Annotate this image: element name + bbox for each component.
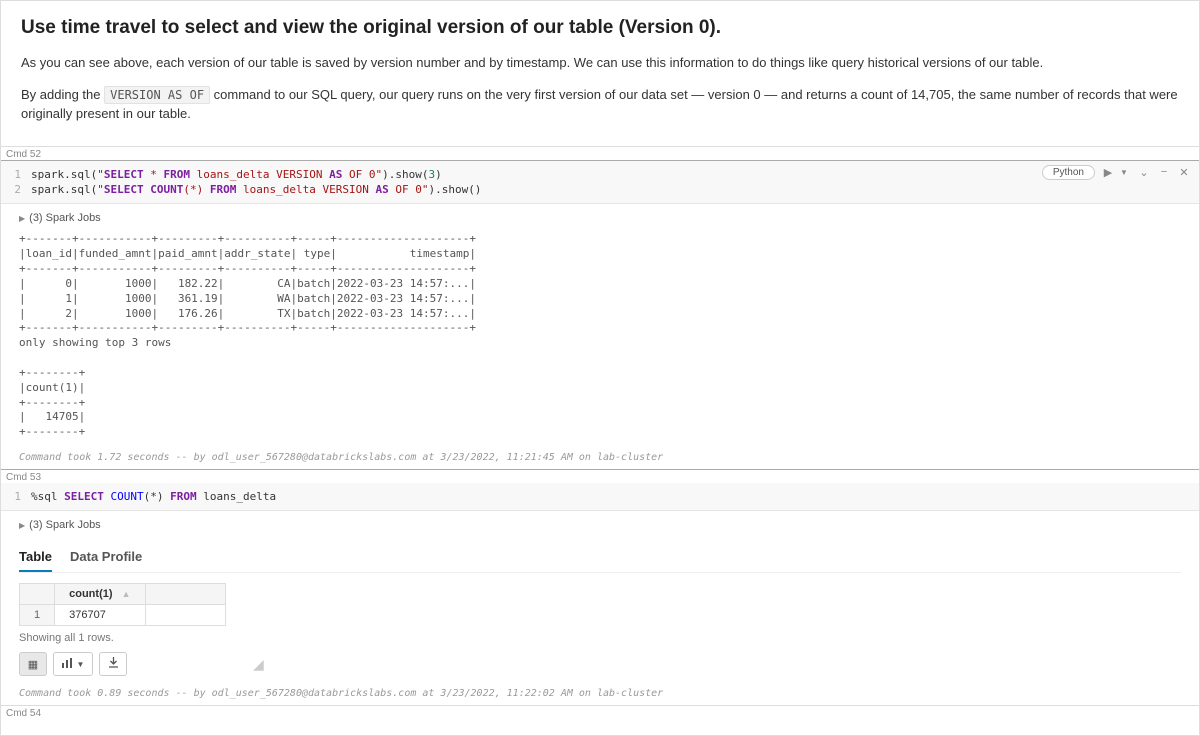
markdown-cell: Use time travel to select and view the o… bbox=[1, 1, 1199, 147]
run-menu-caret-icon[interactable]: ▼ bbox=[1117, 165, 1131, 179]
result-tabs: Table Data Profile bbox=[19, 539, 1181, 573]
row-index-header[interactable] bbox=[20, 584, 55, 605]
close-icon[interactable]: ✕ bbox=[1177, 165, 1191, 179]
output-area-52: ▶ (3) Spark Jobs +-------+-----------+--… bbox=[1, 204, 1199, 448]
download-icon bbox=[108, 657, 119, 671]
code-line-2: spark.sql("SELECT COUNT(*) FROM loans_de… bbox=[31, 182, 481, 197]
table-row[interactable]: 1 376707 bbox=[20, 605, 226, 626]
tab-data-profile[interactable]: Data Profile bbox=[70, 545, 142, 572]
para2-pre: By adding the bbox=[21, 87, 104, 102]
chevron-right-icon: ▶ bbox=[19, 214, 25, 223]
line-number: 2 bbox=[1, 182, 31, 197]
code-editor[interactable]: 1 %sql SELECT COUNT(*) FROM loans_delta bbox=[1, 483, 1199, 511]
tab-table[interactable]: Table bbox=[19, 545, 52, 572]
code-editor[interactable]: 1 spark.sql("SELECT * FROM loans_delta V… bbox=[1, 161, 1199, 205]
chevron-down-icon: ▼ bbox=[77, 660, 85, 669]
sort-icon: ▲ bbox=[122, 589, 131, 599]
section-heading: Use time travel to select and view the o… bbox=[21, 17, 1179, 39]
code-cell-53[interactable]: 1 %sql SELECT COUNT(*) FROM loans_delta … bbox=[1, 483, 1199, 706]
code-line-1: %sql SELECT COUNT(*) FROM loans_delta bbox=[31, 489, 276, 504]
execution-footer: Command took 0.89 seconds -- by odl_user… bbox=[1, 684, 1199, 705]
resize-handle-icon[interactable]: ◢ bbox=[253, 656, 261, 673]
inline-code-version-as-of: VERSION AS OF bbox=[104, 86, 210, 104]
expand-icon[interactable]: ⌄ bbox=[1137, 165, 1151, 179]
execution-footer: Command took 1.72 seconds -- by odl_user… bbox=[1, 448, 1199, 469]
table-view-button[interactable]: ▦ bbox=[19, 652, 47, 676]
showing-rows-label: Showing all 1 rows. bbox=[19, 632, 1181, 644]
spark-jobs-label: (3) Spark Jobs bbox=[29, 519, 101, 531]
spark-jobs-toggle[interactable]: ▶ (3) Spark Jobs bbox=[19, 519, 1181, 531]
column-header-label: count(1) bbox=[69, 588, 112, 600]
cell-count-value: 376707 bbox=[55, 605, 145, 626]
line-number: 1 bbox=[1, 167, 31, 182]
cmd-label-53: Cmd 53 bbox=[1, 470, 1199, 483]
code-line-1: spark.sql("SELECT * FROM loans_delta VER… bbox=[31, 167, 442, 182]
bar-chart-icon bbox=[62, 658, 74, 671]
viz-toolbar: ▦ ▼ ◢ bbox=[19, 652, 1181, 676]
markdown-paragraph-1: As you can see above, each version of ou… bbox=[21, 53, 1179, 73]
column-header-empty bbox=[145, 584, 225, 605]
grid-icon: ▦ bbox=[28, 658, 38, 671]
cell-empty bbox=[145, 605, 225, 626]
output-area-53: ▶ (3) Spark Jobs Table Data Profile coun… bbox=[1, 511, 1199, 684]
minimize-icon[interactable]: − bbox=[1157, 165, 1171, 179]
code-cell-52[interactable]: Python ▶ ▼ ⌄ − ✕ 1 spark.sql("SELECT * F… bbox=[1, 160, 1199, 471]
cell-toolbar: Python ▶ ▼ ⌄ − ✕ bbox=[1042, 165, 1191, 180]
spark-jobs-toggle[interactable]: ▶ (3) Spark Jobs bbox=[19, 212, 1181, 224]
row-index: 1 bbox=[20, 605, 55, 626]
spark-jobs-label: (3) Spark Jobs bbox=[29, 212, 101, 224]
chart-view-button[interactable]: ▼ bbox=[53, 652, 93, 676]
column-header-count[interactable]: count(1) ▲ bbox=[55, 584, 145, 605]
cmd-label-52: Cmd 52 bbox=[1, 147, 1199, 160]
text-output: +-------+-----------+---------+---------… bbox=[19, 232, 1181, 440]
line-number: 1 bbox=[1, 489, 31, 504]
cmd-label-54: Cmd 54 bbox=[1, 706, 1199, 719]
run-icon[interactable]: ▶ bbox=[1101, 165, 1115, 179]
result-table: count(1) ▲ 1 376707 bbox=[19, 583, 226, 626]
markdown-paragraph-2: By adding the VERSION AS OF command to o… bbox=[21, 85, 1179, 124]
chevron-right-icon: ▶ bbox=[19, 521, 25, 530]
language-pill[interactable]: Python bbox=[1042, 165, 1095, 180]
download-button[interactable] bbox=[99, 652, 127, 676]
